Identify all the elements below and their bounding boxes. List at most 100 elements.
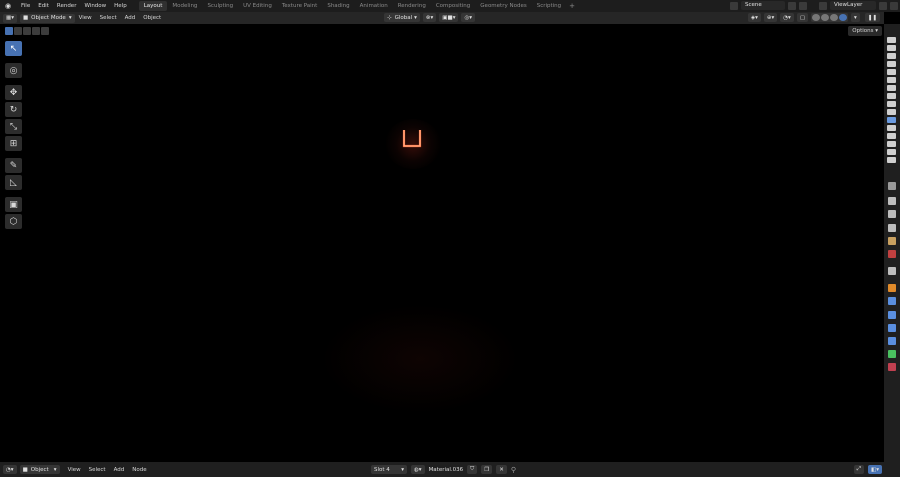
data-properties-icon[interactable] [888, 350, 896, 358]
tab-scripting[interactable]: Scripting [532, 1, 566, 11]
material-properties-icon[interactable] [888, 363, 896, 371]
visibility-button[interactable]: ◈▾ [747, 13, 761, 22]
menu-select[interactable]: Select [96, 15, 121, 21]
lamp-object[interactable] [400, 128, 424, 150]
camera-view-icon[interactable] [887, 45, 896, 51]
select-subtract-icon[interactable] [23, 27, 31, 35]
scene-delete-icon[interactable] [799, 1, 807, 10]
shading-options-button[interactable]: ▾ [851, 13, 860, 22]
editor-type-button[interactable]: ▦▾ [3, 13, 17, 23]
tab-shading[interactable]: Shading [322, 1, 354, 11]
camera-view-icon[interactable] [887, 77, 896, 83]
select-invert-icon[interactable] [32, 27, 40, 35]
camera-view-icon[interactable] [887, 117, 896, 123]
view-layer-properties-icon[interactable] [888, 224, 896, 232]
tab-uv-editing[interactable]: UV Editing [238, 1, 277, 11]
menu-view[interactable]: View [64, 467, 85, 473]
select-extend-icon[interactable] [14, 27, 22, 35]
measure-tool-icon[interactable]: ◺ [5, 175, 22, 190]
rendered-shading-icon[interactable] [839, 14, 848, 21]
tab-texture-paint[interactable]: Texture Paint [277, 1, 323, 11]
slot-dropdown[interactable]: Slot 4 ▾ [371, 465, 407, 474]
rotate-tool-icon[interactable]: ↻ [5, 102, 22, 117]
overlays-button[interactable]: ◔▾ [780, 13, 794, 22]
constraints-properties-icon[interactable] [888, 337, 896, 345]
options-dropdown[interactable]: Options ▾ [848, 26, 882, 36]
camera-view-icon[interactable] [887, 85, 896, 91]
camera-view-icon[interactable] [887, 109, 896, 115]
pin-icon[interactable]: ⚲ [511, 466, 516, 474]
menu-select[interactable]: Select [85, 467, 110, 473]
add-cube-tool-icon[interactable]: ▣ [5, 197, 22, 212]
collection-properties-icon[interactable] [888, 267, 896, 275]
material-shading-icon[interactable] [830, 14, 839, 21]
menu-node[interactable]: Node [128, 467, 150, 473]
tab-rendering[interactable]: Rendering [393, 1, 431, 11]
menu-object[interactable]: Object [139, 15, 165, 21]
menu-add[interactable]: Add [121, 15, 140, 21]
wireframe-shading-icon[interactable] [812, 14, 821, 21]
overlay-toggle-icon[interactable]: ◧▾ [868, 465, 882, 474]
camera-view-icon[interactable] [887, 37, 896, 43]
object-properties-icon[interactable] [888, 284, 896, 292]
camera-view-icon[interactable] [887, 125, 896, 131]
gizmo-button[interactable]: ⊕▾ [763, 13, 778, 22]
scene-name-field[interactable]: Scene [741, 1, 785, 10]
unlink-material-icon[interactable]: ✕ [496, 465, 507, 474]
duplicate-material-icon[interactable]: ❐ [481, 465, 493, 474]
menu-help[interactable]: Help [110, 0, 131, 12]
scene-icon[interactable] [730, 1, 738, 10]
view-layer-icon[interactable] [819, 1, 827, 10]
render-properties-icon[interactable] [888, 197, 896, 205]
select-box-tool-icon[interactable]: ↖ [5, 41, 22, 56]
world-properties-icon[interactable] [888, 250, 896, 258]
cursor-tool-icon[interactable]: ◎ [5, 63, 22, 78]
collapse-header-button[interactable]: ❚❚ [864, 13, 880, 22]
fake-user-shield-icon[interactable]: ⛉ [467, 465, 478, 474]
tab-animation[interactable]: Animation [355, 1, 393, 11]
view-layer-copy-icon[interactable] [879, 1, 887, 10]
particles-properties-icon[interactable] [888, 311, 896, 319]
scene-copy-icon[interactable] [788, 1, 796, 10]
physics-properties-icon[interactable] [888, 324, 896, 332]
menu-edit[interactable]: Edit [34, 0, 53, 12]
transform-tool-icon[interactable]: ⊞ [5, 136, 22, 151]
tab-compositing[interactable]: Compositing [431, 1, 475, 11]
camera-view-icon[interactable] [887, 53, 896, 59]
tab-modeling[interactable]: Modeling [167, 1, 202, 11]
view-layer-delete-icon[interactable] [890, 1, 898, 10]
add-workspace-button[interactable]: + [566, 2, 578, 10]
camera-view-icon[interactable] [887, 141, 896, 147]
camera-view-icon[interactable] [887, 101, 896, 107]
proportional-edit-button[interactable]: ◎▾ [461, 13, 476, 22]
output-properties-icon[interactable] [888, 210, 896, 218]
scale-tool-icon[interactable]: ⤡ [5, 119, 22, 134]
move-tool-icon[interactable]: ✥ [5, 85, 22, 100]
modifier-properties-icon[interactable] [888, 297, 896, 305]
camera-view-icon[interactable] [887, 69, 896, 75]
annotate-tool-icon[interactable]: ✎ [5, 158, 22, 173]
menu-render[interactable]: Render [53, 0, 81, 12]
menu-add[interactable]: Add [110, 467, 129, 473]
orientation-dropdown[interactable]: ⊹ Global ▾ [384, 13, 420, 22]
tool-properties-icon[interactable] [888, 182, 896, 190]
object-mode-dropdown[interactable]: ■ Object Mode ▾ [19, 13, 75, 23]
select-new-icon[interactable] [5, 27, 13, 35]
view-layer-name-field[interactable]: ViewLayer [830, 1, 876, 10]
material-name-field[interactable]: Material.036 [429, 467, 464, 473]
snap-button[interactable]: ▣■▾ [439, 13, 459, 22]
pivot-point-button[interactable]: ⊗▾ [422, 13, 437, 22]
snapping-toggle-icon[interactable]: ⤢ [853, 465, 865, 474]
camera-view-icon[interactable] [887, 61, 896, 67]
camera-view-icon[interactable] [887, 157, 896, 163]
tab-sculpting[interactable]: Sculpting [202, 1, 238, 11]
tab-geometry-nodes[interactable]: Geometry Nodes [475, 1, 531, 11]
camera-view-icon[interactable] [887, 149, 896, 155]
tab-layout[interactable]: Layout [138, 1, 168, 11]
menu-window[interactable]: Window [80, 0, 110, 12]
scene-properties-icon[interactable] [888, 237, 896, 245]
solid-shading-icon[interactable] [821, 14, 830, 21]
menu-view[interactable]: View [75, 15, 96, 21]
object-type-dropdown[interactable]: ■ Object ▾ [19, 465, 60, 474]
camera-view-icon[interactable] [887, 93, 896, 99]
